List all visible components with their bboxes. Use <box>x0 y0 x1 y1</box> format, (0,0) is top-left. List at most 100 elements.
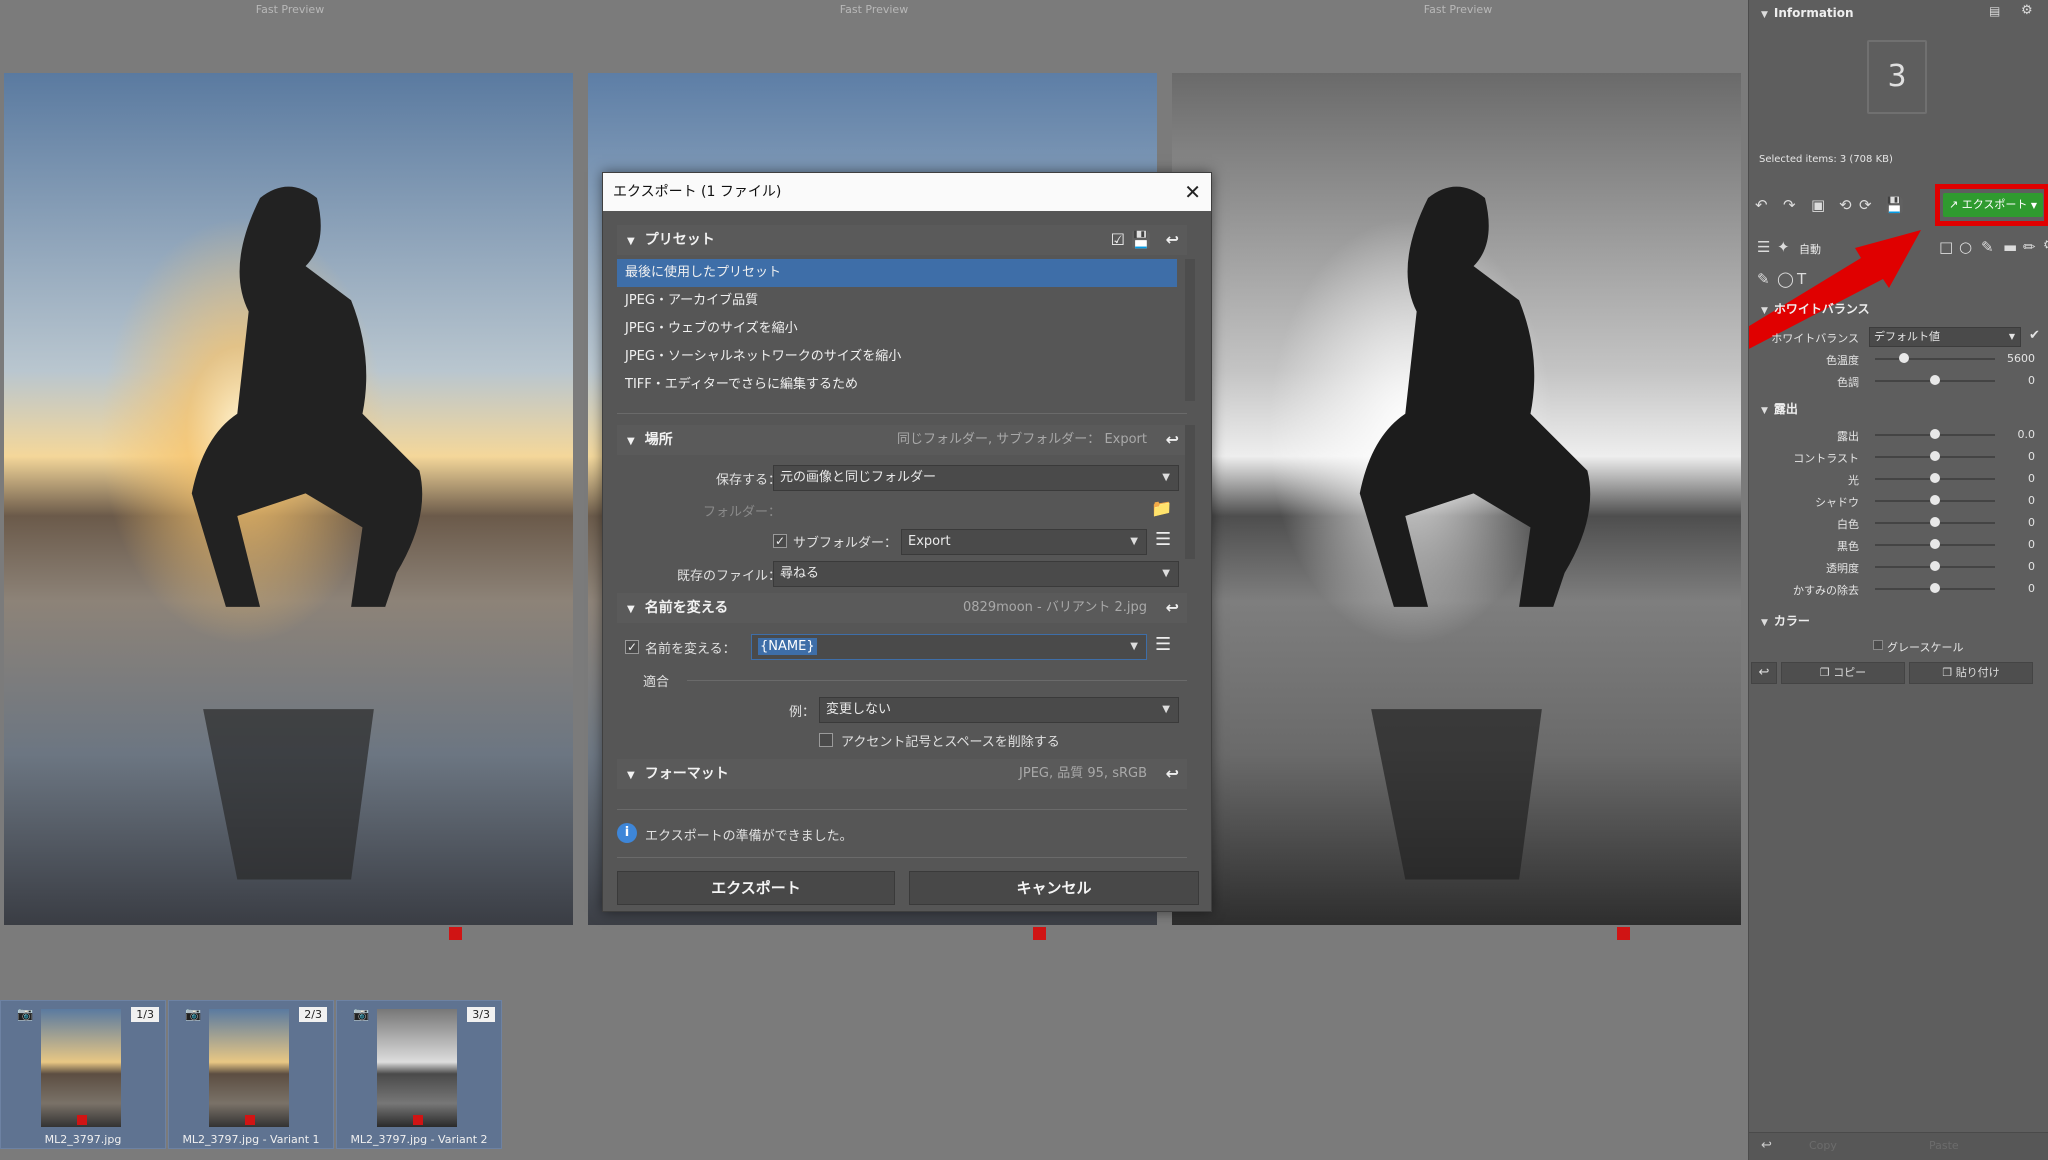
format-section-header[interactable]: ▼ フォーマット JPEG, 品質 95, sRGB ↩ <box>617 759 1187 789</box>
preset-item[interactable]: JPEG・ウェブのサイズを縮小 <box>617 315 1177 343</box>
filmstrip-thumb[interactable]: 📷 3/3 ML2_3797.jpg - Variant 2 <box>336 1000 502 1149</box>
slider-value: 0 <box>2028 472 2035 485</box>
slider-value: 0.0 <box>2017 428 2036 441</box>
color-label-red <box>449 927 462 940</box>
thumb-counter: 2/3 <box>299 1007 327 1022</box>
bottom-paste-button[interactable]: Paste <box>1929 1139 1959 1152</box>
grayscale-checkbox[interactable] <box>1873 640 1883 650</box>
rename-section-header[interactable]: ▼ 名前を変える 0829moon - バリアント 2.jpg ↩ <box>617 593 1187 623</box>
eraser-icon[interactable]: ✎ <box>1757 270 1770 288</box>
white-balance-section-header[interactable]: ▼ ホワイトバランス <box>1749 298 2048 320</box>
slider-handle[interactable] <box>1930 375 1940 385</box>
slider-handle[interactable] <box>1930 583 1940 593</box>
reset-icon[interactable]: ↩ <box>1166 759 1179 789</box>
slider-handle[interactable] <box>1930 517 1940 527</box>
slider-label: シャドウ <box>1815 496 1859 509</box>
slider-handle[interactable] <box>1930 473 1940 483</box>
filmstrip: 📷 1/3 ML2_3797.jpg 📷 2/3 ML2_3797.jpg - … <box>0 1000 1748 1160</box>
slider-row: 黒色 0 <box>1749 534 2048 556</box>
collapse-triangle-icon: ▼ <box>627 236 635 247</box>
slider-label: 透明度 <box>1826 562 1859 575</box>
color-label-red <box>77 1115 87 1125</box>
thumb-image <box>209 1009 289 1127</box>
crop-icon[interactable]: □ <box>1939 238 1953 256</box>
slider-track[interactable] <box>1875 358 1995 360</box>
white-balance-select[interactable]: デフォルト値 ▼ <box>1869 327 2021 347</box>
chevron-down-icon: ▼ <box>1162 472 1170 483</box>
subfolder-input[interactable]: Export ▼ <box>901 529 1147 555</box>
slider-handle[interactable] <box>1930 451 1940 461</box>
preset-item[interactable]: TIFF・エディターでさらに編集するため <box>617 371 1177 399</box>
location-section-header[interactable]: ▼ 場所 同じフォルダー, サブフォルダー： Export ↩ <box>617 425 1187 455</box>
eyedropper-icon[interactable]: ✔ <box>2029 328 2040 343</box>
mask-icon[interactable]: ◯ <box>1777 270 1794 288</box>
thumb-counter: 3/3 <box>467 1007 495 1022</box>
manage-presets-icon[interactable]: ☑ <box>1111 225 1125 255</box>
chevron-down-icon: ▼ <box>2008 332 2015 341</box>
existing-files-select[interactable]: 尋ねる ▼ <box>773 561 1179 587</box>
slider-value: 0 <box>2028 516 2035 529</box>
divider <box>687 680 1187 681</box>
slider-handle[interactable] <box>1930 539 1940 549</box>
filmstrip-thumb[interactable]: 📷 1/3 ML2_3797.jpg <box>0 1000 166 1149</box>
adjustments-icon[interactable]: ☰ <box>1757 238 1770 256</box>
settings-paste-button[interactable]: ❐ 貼り付け <box>1909 662 2033 684</box>
reset-icon[interactable]: ↩ <box>1166 593 1179 623</box>
slider-handle[interactable] <box>1898 353 1909 363</box>
gear-icon[interactable]: ⚙ <box>2043 238 2048 253</box>
preview-image-original[interactable] <box>4 73 573 925</box>
save-preset-icon[interactable]: 💾 <box>1131 225 1151 255</box>
menu-icon[interactable]: ☰ <box>1155 634 1171 655</box>
slider-label: 露出 <box>1837 430 1859 443</box>
gradient-icon[interactable]: ▬ <box>2003 238 2017 256</box>
settings-reset-button[interactable]: ↩ <box>1751 662 1777 684</box>
save-to-label: 保存する： <box>715 473 781 488</box>
collapse-triangle-icon: ▼ <box>1761 406 1768 416</box>
existing-files-label: 既存のファイル： <box>676 569 781 584</box>
collapse-triangle-icon: ▼ <box>1761 306 1768 316</box>
rename-checkbox[interactable]: ✓ <box>625 640 639 654</box>
magic-wand-icon[interactable]: ✦ <box>1777 238 1790 256</box>
folder-icon[interactable]: 📁 <box>1151 499 1172 519</box>
slider-value: 0 <box>2028 450 2035 463</box>
bottom-copy-button[interactable]: Copy <box>1809 1139 1837 1152</box>
subfolder-checkbox[interactable]: ✓ <box>773 534 787 548</box>
slider-handle[interactable] <box>1930 429 1940 439</box>
reset-icon[interactable]: ↩ <box>1166 425 1179 455</box>
slider-handle[interactable] <box>1930 561 1940 571</box>
export-button[interactable]: エクスポート <box>617 871 895 905</box>
preset-item[interactable]: 最後に使用したプリセット <box>617 259 1177 287</box>
remove-accents-checkbox[interactable] <box>819 733 833 747</box>
circle-icon[interactable]: ○ <box>1959 238 1972 256</box>
preset-item[interactable]: JPEG・ソーシャルネットワークのサイズを縮小 <box>617 343 1177 371</box>
settings-scrollbar[interactable] <box>1185 425 1195 559</box>
preset-item[interactable]: JPEG・アーカイブ品質 <box>617 287 1177 315</box>
auto-label[interactable]: 自動 <box>1799 241 1821 257</box>
color-section-header[interactable]: ▼ カラー <box>1749 610 2048 632</box>
undo-icon[interactable]: ↩ <box>1761 1138 1772 1153</box>
close-icon[interactable]: ✕ <box>1184 173 1201 211</box>
divider <box>617 413 1187 414</box>
export-dialog: エクスポート (1 ファイル) ✕ ▼ プリセット ☑ 💾 ↩ 最後に使用したプリ… <box>602 172 1212 912</box>
brush-icon[interactable]: ✎ <box>1981 238 1994 256</box>
menu-icon[interactable]: ☰ <box>1155 529 1171 550</box>
text-icon[interactable]: T <box>1797 270 1806 288</box>
cancel-button[interactable]: キャンセル <box>909 871 1199 905</box>
rename-pattern-input[interactable]: {NAME} ▼ <box>751 634 1147 660</box>
exposure-section-header[interactable]: ▼ 露出 <box>1749 398 2048 420</box>
thumb-caption: ML2_3797.jpg - Variant 2 <box>350 1133 488 1146</box>
preset-section-header[interactable]: ▼ プリセット ☑ 💾 ↩ <box>617 225 1187 255</box>
filmstrip-thumb[interactable]: 📷 2/3 ML2_3797.jpg - Variant 1 <box>168 1000 334 1149</box>
slider-row: 露出 0.0 <box>1749 424 2048 446</box>
camera-icon: 📷 <box>353 1007 370 1022</box>
settings-copy-button[interactable]: ❐ コピー <box>1781 662 1905 684</box>
save-to-select[interactable]: 元の画像と同じフォルダー ▼ <box>773 465 1179 491</box>
copy-icon: ❐ <box>1819 666 1830 679</box>
pencil-icon[interactable]: ✏ <box>2023 238 2036 256</box>
reset-icon[interactable]: ↩ <box>1166 225 1179 255</box>
slider-handle[interactable] <box>1930 495 1940 505</box>
preset-scrollbar[interactable] <box>1185 259 1195 401</box>
preview-image-variant-2[interactable] <box>1172 73 1741 925</box>
chevron-down-icon: ▼ <box>1130 536 1138 547</box>
example-select[interactable]: 変更しない ▼ <box>819 697 1179 723</box>
